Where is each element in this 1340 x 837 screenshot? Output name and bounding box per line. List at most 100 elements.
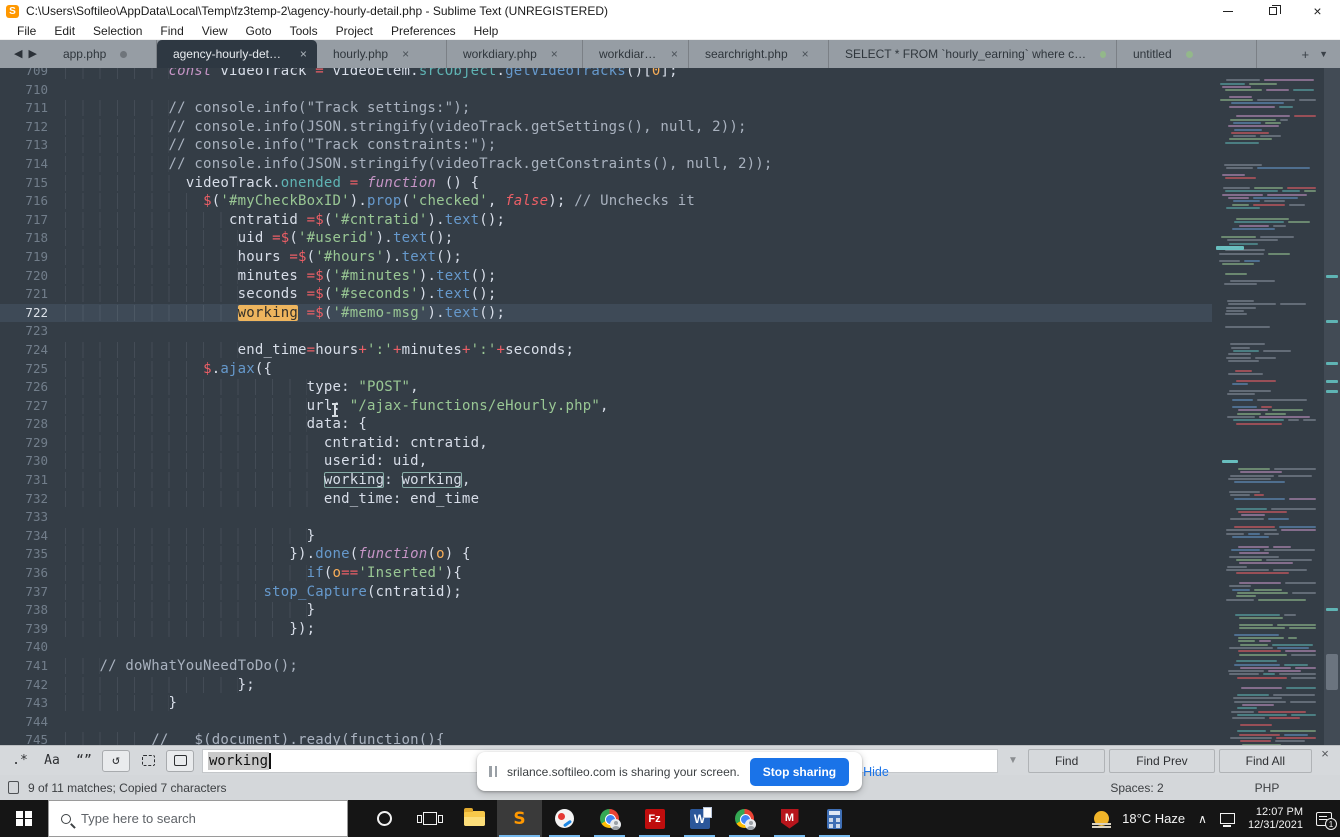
start-button[interactable] xyxy=(0,800,48,837)
tab-close-icon[interactable]: × xyxy=(402,47,409,61)
code-line-731[interactable]: 731 working: working, xyxy=(0,471,1212,490)
chrome-profile-2-button[interactable] xyxy=(722,800,767,837)
tab-searchright-php[interactable]: searchright.php × xyxy=(689,40,829,68)
code-line-727[interactable]: 727 url: "/ajax-functions/eHourly.php", xyxy=(0,397,1212,416)
new-tab-button[interactable]: + xyxy=(1301,47,1309,62)
whole-word-toggle-button[interactable]: “” xyxy=(70,750,98,772)
tab-close-icon[interactable]: × xyxy=(300,47,307,61)
mcafee-button[interactable]: M xyxy=(767,800,812,837)
action-center-icon[interactable]: 1 xyxy=(1316,811,1337,830)
file-explorer-button[interactable] xyxy=(452,800,497,837)
code-line-714[interactable]: 714 // console.info(JSON.stringify(video… xyxy=(0,155,1212,174)
code-line-729[interactable]: 729 cntratid: cntratid, xyxy=(0,434,1212,453)
code-line-724[interactable]: 724 end_time=hours+':'+minutes+':'+secon… xyxy=(0,341,1212,360)
code-pane[interactable]: 709 const videoTrack = videoElem.srcObje… xyxy=(0,68,1212,745)
code-line-713[interactable]: 713 // console.info("Track constraints:"… xyxy=(0,136,1212,155)
word-button[interactable]: W xyxy=(677,800,722,837)
code-line-719[interactable]: 719 hours =$('#hours').text(); xyxy=(0,248,1212,267)
code-line-742[interactable]: 742 }; xyxy=(0,676,1212,695)
filezilla-button[interactable]: Fz xyxy=(632,800,677,837)
menu-item-project[interactable]: Project xyxy=(327,22,382,40)
tray-chevron-icon[interactable]: ∧ xyxy=(1198,812,1207,826)
minimap[interactable] xyxy=(1212,68,1324,745)
code-line-720[interactable]: 720 minutes =$('#minutes').text(); xyxy=(0,267,1212,286)
highlight-matches-toggle-button[interactable] xyxy=(166,749,194,772)
in-selection-toggle-button[interactable] xyxy=(134,750,162,772)
calculator-button[interactable] xyxy=(812,800,857,837)
tab-overflow-button[interactable]: ▼ xyxy=(1319,49,1328,59)
next-tab-icon[interactable]: ▶ xyxy=(28,40,36,68)
code-line-744[interactable]: 744 xyxy=(0,713,1212,732)
taskbar-clock[interactable]: 12:07 PM 12/31/2021 xyxy=(1248,806,1303,832)
menu-item-goto[interactable]: Goto xyxy=(237,22,281,40)
code-line-730[interactable]: 730 userid: uid, xyxy=(0,452,1212,471)
code-line-736[interactable]: 736 if(o=='Inserted'){ xyxy=(0,564,1212,583)
code-line-728[interactable]: 728 data: { xyxy=(0,415,1212,434)
code-line-726[interactable]: 726 type: "POST", xyxy=(0,378,1212,397)
scrollbar-thumb[interactable] xyxy=(1326,654,1338,690)
weather-icon[interactable] xyxy=(1092,811,1112,826)
vertical-scrollbar[interactable] xyxy=(1324,68,1340,745)
regex-toggle-button[interactable]: .* xyxy=(6,750,34,772)
find-history-dropdown-icon[interactable]: ▼ xyxy=(1002,755,1024,766)
menu-item-tools[interactable]: Tools xyxy=(281,22,327,40)
tab-close-icon[interactable]: × xyxy=(802,47,809,61)
tab-close-icon[interactable]: × xyxy=(551,47,558,61)
code-line-745[interactable]: 745 // $(document).ready(function(){ xyxy=(0,731,1212,745)
prev-tab-icon[interactable]: ◀ xyxy=(14,40,22,68)
find-all-button[interactable]: Find All xyxy=(1218,748,1312,773)
code-line-723[interactable]: 723 xyxy=(0,322,1212,341)
indentation-status[interactable]: Spaces: 2 xyxy=(1072,781,1202,795)
stop-sharing-button[interactable]: Stop sharing xyxy=(749,757,850,786)
code-line-725[interactable]: 725 $.ajax({ xyxy=(0,360,1212,379)
weather-text[interactable]: 18°C Haze xyxy=(1122,811,1185,826)
code-line-741[interactable]: 741 // doWhatYouNeedToDo(); xyxy=(0,657,1212,676)
code-line-716[interactable]: 716 $('#myCheckBoxID').prop('checked', f… xyxy=(0,192,1212,211)
find-button[interactable]: Find xyxy=(1027,748,1106,773)
tab-workdiary-2-php[interactable]: workdiary 2.php × xyxy=(583,40,689,68)
tab-agency-hourly-detail-php[interactable]: agency-hourly-detail.php × xyxy=(156,40,317,68)
menu-item-edit[interactable]: Edit xyxy=(45,22,84,40)
hide-link[interactable]: Hide xyxy=(863,765,889,779)
restore-button[interactable] xyxy=(1250,0,1295,22)
wrap-toggle-button[interactable]: ↺ xyxy=(102,749,130,772)
code-line-735[interactable]: 735 }).done(function(o) { xyxy=(0,545,1212,564)
chrome-profile-1-button[interactable] xyxy=(587,800,632,837)
tab-untitled[interactable]: untitled xyxy=(1117,40,1257,68)
syntax-status[interactable]: PHP xyxy=(1202,781,1332,795)
code-line-734[interactable]: 734 } xyxy=(0,527,1212,546)
code-line-722[interactable]: 722 working =$('#memo-msg').text(); xyxy=(0,303,1212,323)
code-line-738[interactable]: 738 } xyxy=(0,601,1212,620)
screen-recorder-button[interactable] xyxy=(542,800,587,837)
close-button[interactable]: × xyxy=(1295,0,1340,22)
menu-item-preferences[interactable]: Preferences xyxy=(382,22,465,40)
network-icon[interactable] xyxy=(1219,813,1235,827)
code-line-740[interactable]: 740 xyxy=(0,638,1212,657)
code-line-715[interactable]: 715 videoTrack.onended = function () { xyxy=(0,174,1212,193)
menu-item-selection[interactable]: Selection xyxy=(84,22,151,40)
tab-app-php[interactable]: app.php xyxy=(47,40,157,68)
sublime-text-button[interactable]: S xyxy=(497,800,542,837)
taskbar-search-input[interactable]: Type here to search xyxy=(48,800,348,837)
code-line-721[interactable]: 721 seconds =$('#seconds').text(); xyxy=(0,285,1212,304)
minimize-button[interactable] xyxy=(1205,0,1250,22)
menu-item-help[interactable]: Help xyxy=(465,22,508,40)
tab-workdiary-php[interactable]: workdiary.php × xyxy=(447,40,583,68)
code-line-733[interactable]: 733 xyxy=(0,508,1212,527)
code-line-737[interactable]: 737 stop_Capture(cntratid); xyxy=(0,583,1212,602)
code-line-717[interactable]: 717 cntratid =$('#cntratid').text(); xyxy=(0,211,1212,230)
cortana-button[interactable] xyxy=(362,800,407,837)
code-line-739[interactable]: 739 }); xyxy=(0,620,1212,639)
code-line-710[interactable]: 710 xyxy=(0,81,1212,100)
menu-item-view[interactable]: View xyxy=(193,22,237,40)
tab-hourly-php[interactable]: hourly.php × xyxy=(317,40,447,68)
tab-close-icon[interactable]: × xyxy=(671,47,678,61)
code-line-718[interactable]: 718 uid =$('#userid').text(); xyxy=(0,229,1212,248)
code-line-711[interactable]: 711 // console.info("Track settings:"); xyxy=(0,99,1212,118)
status-selection-icon[interactable] xyxy=(8,781,19,794)
task-view-button[interactable] xyxy=(407,800,452,837)
code-line-732[interactable]: 732 end_time: end_time xyxy=(0,490,1212,509)
case-sensitive-toggle-button[interactable]: Aa xyxy=(38,750,66,772)
code-line-712[interactable]: 712 // console.info(JSON.stringify(video… xyxy=(0,118,1212,137)
menu-item-find[interactable]: Find xyxy=(151,22,192,40)
